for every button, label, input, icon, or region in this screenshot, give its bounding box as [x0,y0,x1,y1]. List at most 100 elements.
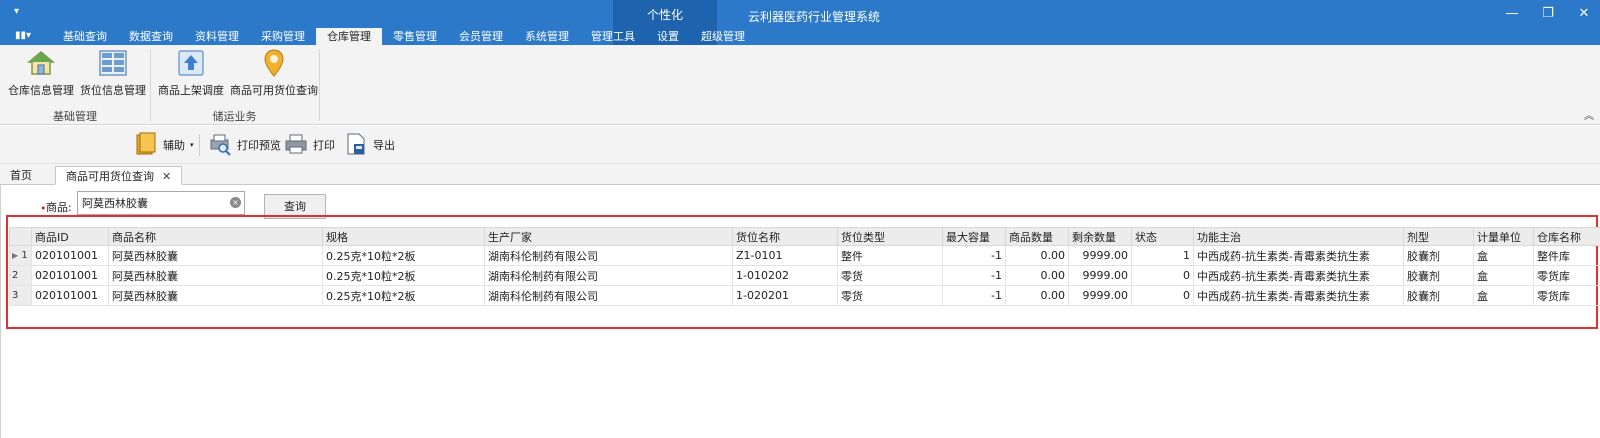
print-button[interactable]: 打印 [284,133,335,157]
tab-super-management[interactable]: 超级管理 [690,28,756,45]
clear-input-icon[interactable]: × [230,197,241,208]
grid-cell[interactable]: -1 [942,245,1006,266]
grid-cell[interactable]: 阿莫西林胶囊 [108,245,323,266]
assist-label: 辅助 [163,139,185,152]
grid-cell[interactable]: 020101001 [31,285,109,306]
collapse-ribbon-icon[interactable]: ︽ [1584,107,1594,122]
toolbar-separator [199,134,200,156]
shelving-dispatch-button[interactable]: 商品上架调度 [158,48,224,98]
available-location-query-button[interactable]: 商品可用货位查询 [230,48,318,98]
doc-tab-home[interactable]: 首页 [0,166,42,185]
grid-cell[interactable]: 0 [1131,285,1194,306]
grid-cell[interactable]: 湖南科伦制药有限公司 [484,245,733,266]
column-header[interactable]: 商品数量 [1005,227,1069,246]
grid-cell[interactable]: 阿莫西林胶囊 [108,285,323,306]
grid-cell[interactable]: 整件 [837,245,943,266]
table-row[interactable]: 3 020101001 阿莫西林胶囊 0.25克*10粒*2板 湖南科伦制药有限… [9,285,1600,306]
grid-cell[interactable]: -1 [942,285,1006,306]
grid-cell[interactable]: 0.25克*10粒*2板 [322,245,485,266]
grid-cell[interactable]: 零货库 [1533,265,1600,286]
column-header[interactable]: 状态 [1131,227,1194,246]
row-indicator[interactable]: 2 [9,265,32,286]
quick-access-dropdown[interactable]: ▾ [14,6,19,17]
minimize-button[interactable]: — [1502,5,1522,23]
export-button[interactable]: 导出 [344,133,395,157]
column-header[interactable]: 剂型 [1403,227,1474,246]
table-row[interactable]: 2 020101001 阿莫西林胶囊 0.25克*10粒*2板 湖南科伦制药有限… [9,265,1600,286]
assist-dropdown-button[interactable]: 辅助 ▾ [134,132,194,159]
column-header[interactable]: 商品名称 [108,227,323,246]
tab-purchase-management[interactable]: 采购管理 [250,28,316,45]
grid-cell[interactable]: 湖南科伦制药有限公司 [484,265,733,286]
grid-cell[interactable]: 胶囊剂 [1403,285,1474,306]
grid-cell[interactable]: 阿莫西林胶囊 [108,265,323,286]
row-indicator[interactable]: 3 [9,285,32,306]
restore-button[interactable]: ❐ [1538,5,1558,23]
grid-cell[interactable]: 零货 [837,265,943,286]
grid-cell[interactable]: 1-010202 [732,265,838,286]
grid-cell[interactable]: 9999.00 [1068,245,1132,266]
row-number: 3 [12,290,19,301]
grid-cell[interactable]: 0.00 [1005,265,1069,286]
grid-cell[interactable]: -1 [942,265,1006,286]
column-header[interactable]: 功能主治 [1193,227,1404,246]
location-info-button[interactable]: 货位信息管理 [80,48,146,98]
grid-cell[interactable]: 020101001 [31,265,109,286]
doc-tab-available-location-query[interactable]: 商品可用货位查询 ✕ [55,166,183,185]
print-preview-icon [208,132,232,159]
column-header[interactable]: 剩余数量 [1068,227,1132,246]
grid-cell[interactable]: 中西成药-抗生素类-青霉素类抗生素 [1193,245,1404,266]
app-title: 云利器医药行业管理系统 [748,10,881,24]
column-header[interactable]: 货位类型 [837,227,943,246]
grid-cell[interactable]: 0 [1131,265,1194,286]
close-button[interactable]: ✕ [1574,5,1594,23]
grid-cell[interactable]: 1 [1131,245,1194,266]
column-header[interactable]: 货位名称 [732,227,838,246]
grid-cell[interactable]: 9999.00 [1068,285,1132,306]
grid-cell[interactable]: 中西成药-抗生素类-青霉素类抗生素 [1193,265,1404,286]
tab-retail-management[interactable]: 零售管理 [382,28,448,45]
tab-system-management[interactable]: 系统管理 [514,28,580,45]
grid-cell[interactable]: 湖南科伦制药有限公司 [484,285,733,306]
column-header[interactable]: 计量单位 [1473,227,1534,246]
print-preview-button[interactable]: 打印预览 [208,133,281,157]
grid-cell[interactable]: 0.00 [1005,285,1069,306]
column-header[interactable]: 规格 [322,227,485,246]
grid-cell[interactable]: 盒 [1473,285,1534,306]
warehouse-info-button[interactable]: 仓库信息管理 [8,48,74,98]
grid-cell[interactable]: 0.00 [1005,245,1069,266]
tab-settings[interactable]: 设置 [646,28,690,45]
grid-cell[interactable]: 0.25克*10粒*2板 [322,285,485,306]
results-grid-frame: 商品ID 商品名称 规格 生产厂家 货位名称 货位类型 最大容量 商品数量 剩余… [6,215,1600,329]
grid-cell[interactable]: 020101001 [31,245,109,266]
app-menu-button[interactable]: ▮▮▾ [15,30,37,42]
grid-cell[interactable]: 中西成药-抗生素类-青霉素类抗生素 [1193,285,1404,306]
product-search-input[interactable] [77,191,245,215]
column-header[interactable]: 仓库名称 [1533,227,1600,246]
grid-cell[interactable]: 胶囊剂 [1403,245,1474,266]
tab-management-tools[interactable]: 管理工具 [580,28,646,45]
tab-basic-query[interactable]: 基础查询 [52,28,118,45]
row-indicator[interactable]: ▶ 1 [9,245,32,266]
grid-cell[interactable]: Z1-0101 [732,245,838,266]
column-header[interactable]: 最大容量 [942,227,1006,246]
grid-cell[interactable]: 1-020201 [732,285,838,306]
ribbon-item-label: 货位信息管理 [80,84,146,97]
table-row[interactable]: ▶ 1 020101001 阿莫西林胶囊 0.25克*10粒*2板 湖南科伦制药… [9,245,1600,266]
tab-member-management[interactable]: 会员管理 [448,28,514,45]
grid-cell[interactable]: 盒 [1473,265,1534,286]
close-tab-icon[interactable]: ✕ [162,170,171,183]
column-header[interactable]: 商品ID [31,227,109,246]
grid-cell[interactable]: 盒 [1473,245,1534,266]
grid-cell[interactable]: 零货库 [1533,285,1600,306]
tab-data-query[interactable]: 数据查询 [118,28,184,45]
tab-warehouse-management[interactable]: 仓库管理 [316,28,382,45]
tab-resource-management[interactable]: 资料管理 [184,28,250,45]
grid-cell[interactable]: 0.25克*10粒*2板 [322,265,485,286]
grid-cell[interactable]: 零货 [837,285,943,306]
grid-cell[interactable]: 整件库 [1533,245,1600,266]
grid-cell[interactable]: 胶囊剂 [1403,265,1474,286]
grid-cell[interactable]: 9999.00 [1068,265,1132,286]
column-header[interactable]: 生产厂家 [484,227,733,246]
book-icon [134,132,158,159]
